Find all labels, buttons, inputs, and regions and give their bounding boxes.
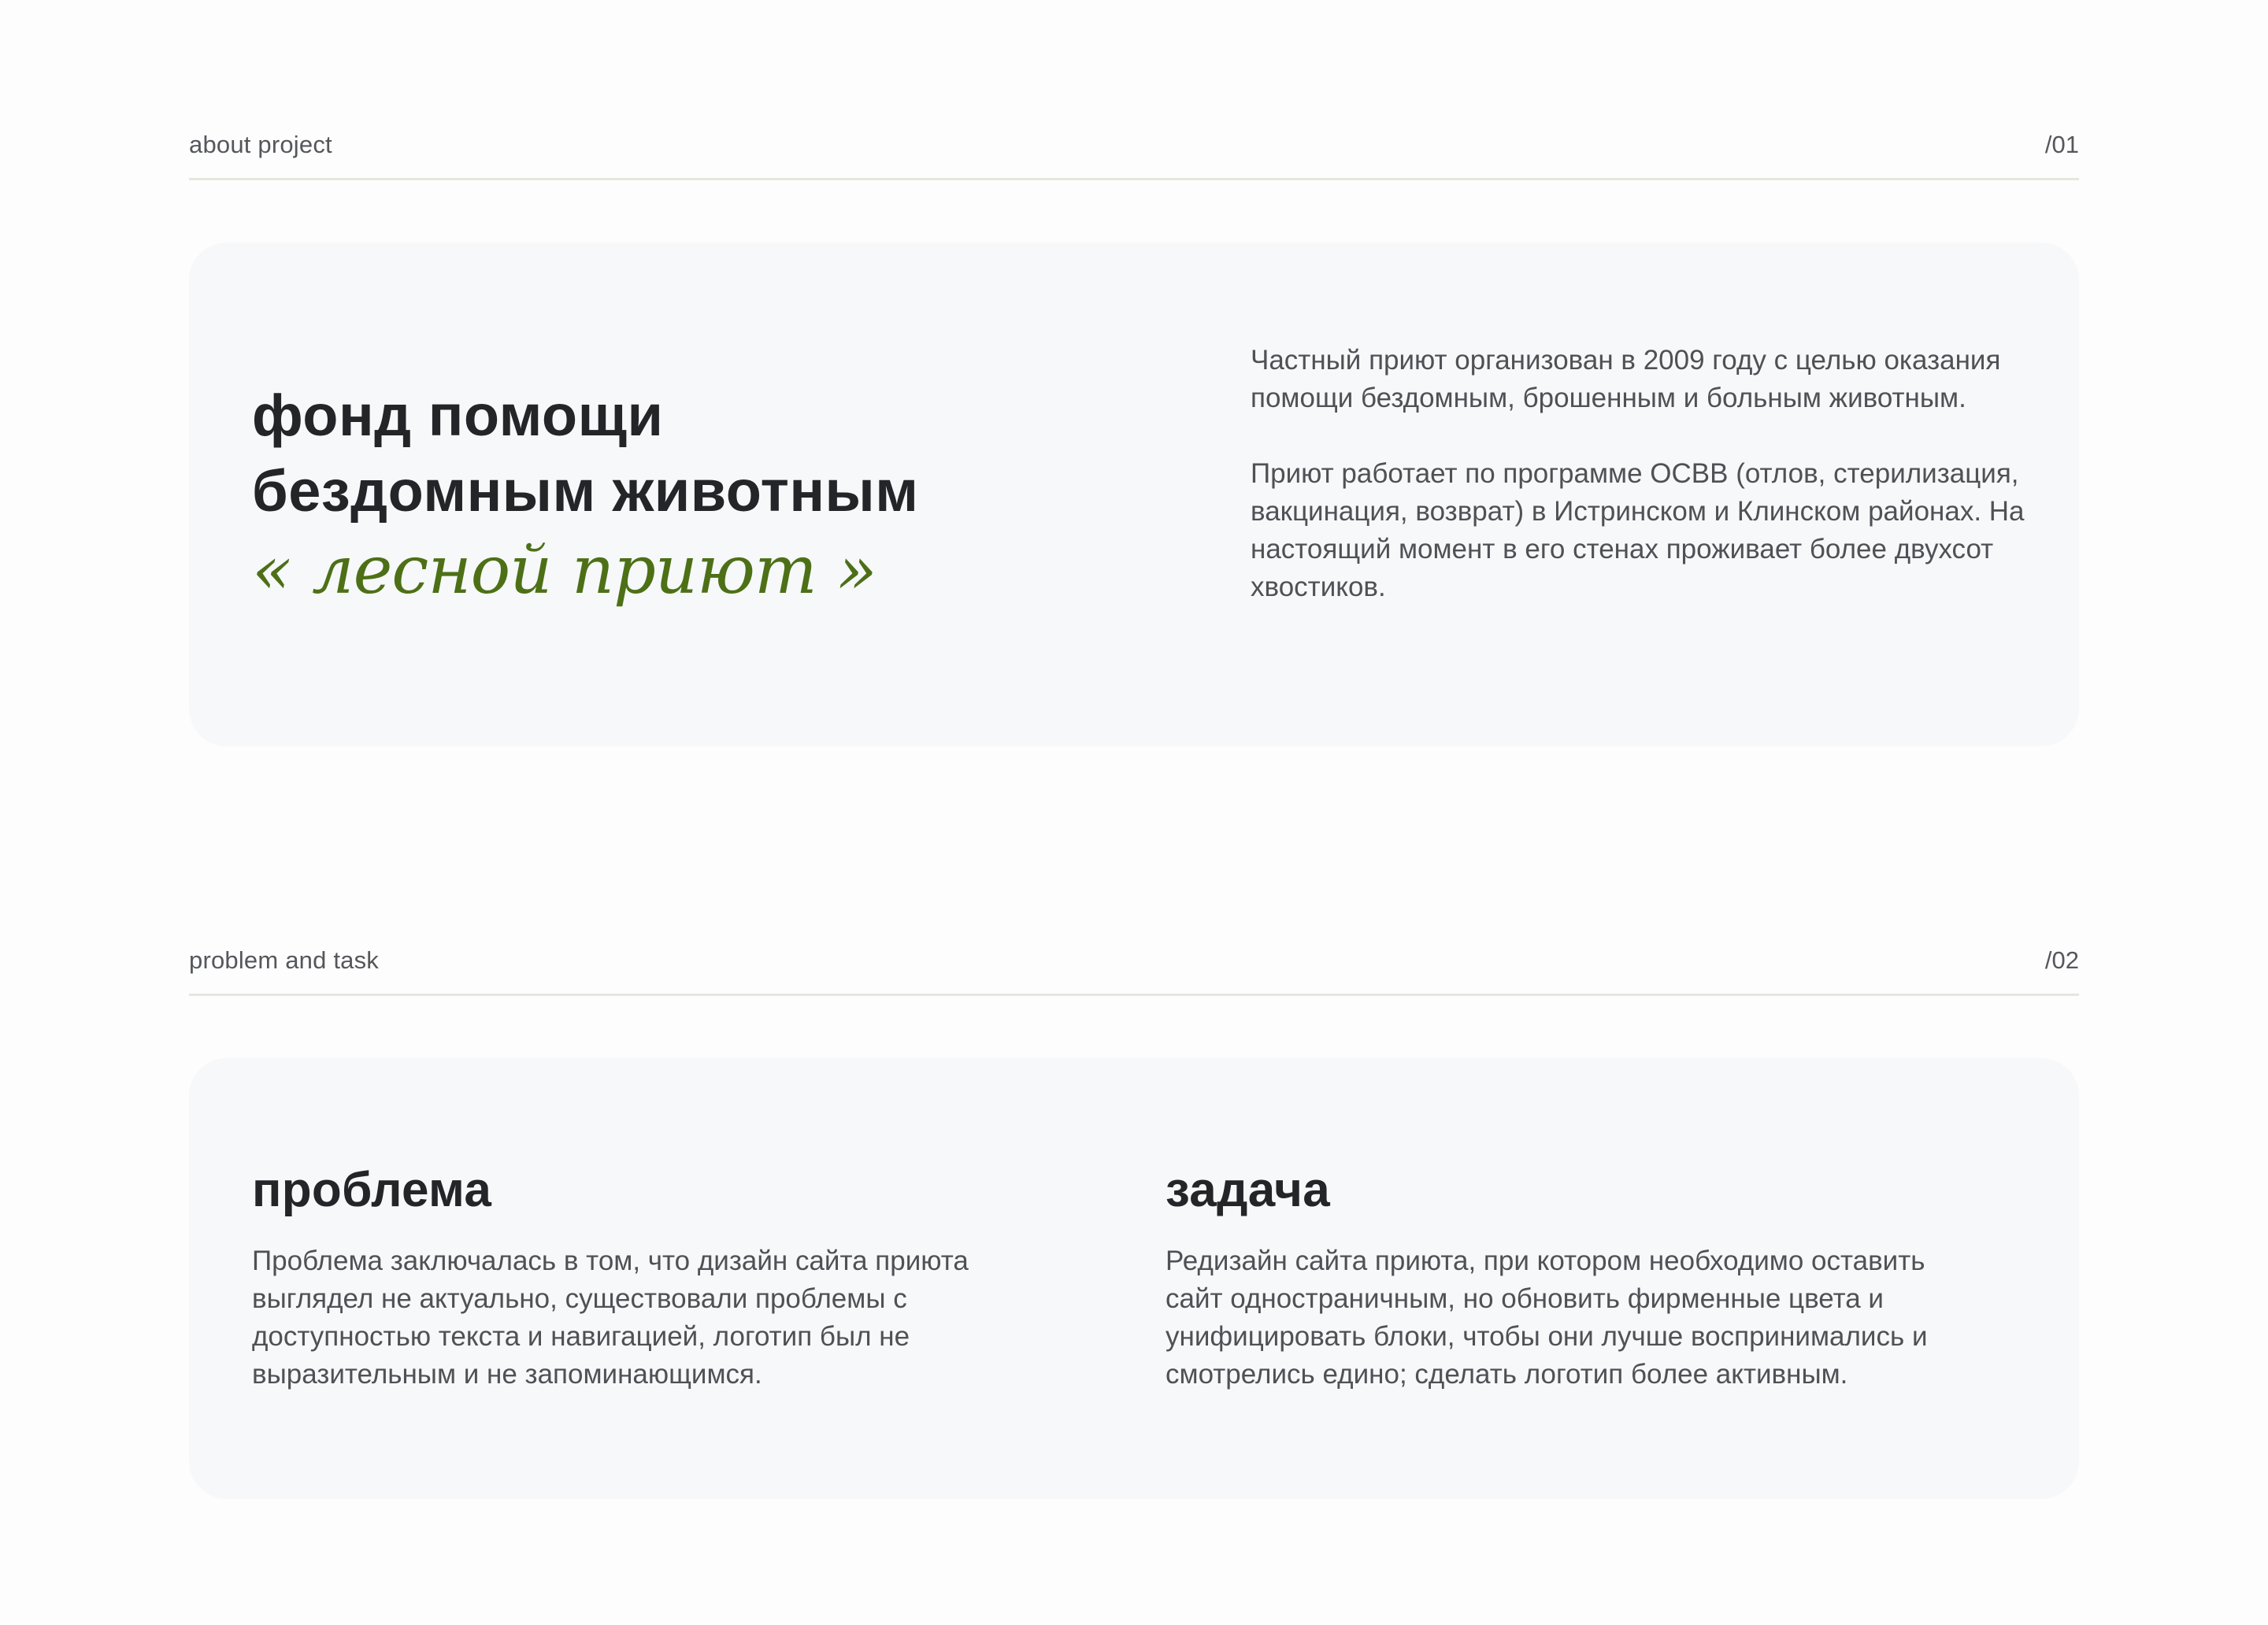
section-header-about: about project /01 [189,131,2079,180]
problem-task-card: проблема Проблема заключалась в том, что… [189,1058,2079,1499]
section-number: /02 [2044,946,2079,974]
section-label: about project [189,131,332,158]
about-paragraph: Частный приют организован в 2009 году с … [1251,345,2001,413]
section-label: problem and task [189,946,379,974]
about-card: фонд помощи бездомным животным « лесной … [189,242,2079,746]
about-description: Частный приют организован в 2009 году с … [1251,342,2038,606]
section-number: /01 [2044,131,2079,158]
headline-line: бездомным животным [252,458,919,524]
problem-title: проблема [252,1163,492,1217]
task-column: задача Редизайн сайта приюта, при которо… [1166,1159,1953,1394]
problem-text: Проблема заключалась в том, что дизайн с… [252,1246,969,1390]
about-paragraph: Приют работает по программе ОСВВ (отлов,… [1251,458,2025,602]
headline-line: фонд помощи [252,383,664,448]
section-header-problem-task: problem and task /02 [189,946,2079,996]
headline: фонд помощи бездомным животным « лесной … [252,378,919,609]
task-title: задача [1166,1163,1331,1217]
problem-column: проблема Проблема заключалась в том, что… [252,1159,1040,1394]
task-text: Редизайн сайта приюта, при котором необх… [1166,1246,1928,1390]
headline-script-name: « лесной приют » [252,531,877,609]
